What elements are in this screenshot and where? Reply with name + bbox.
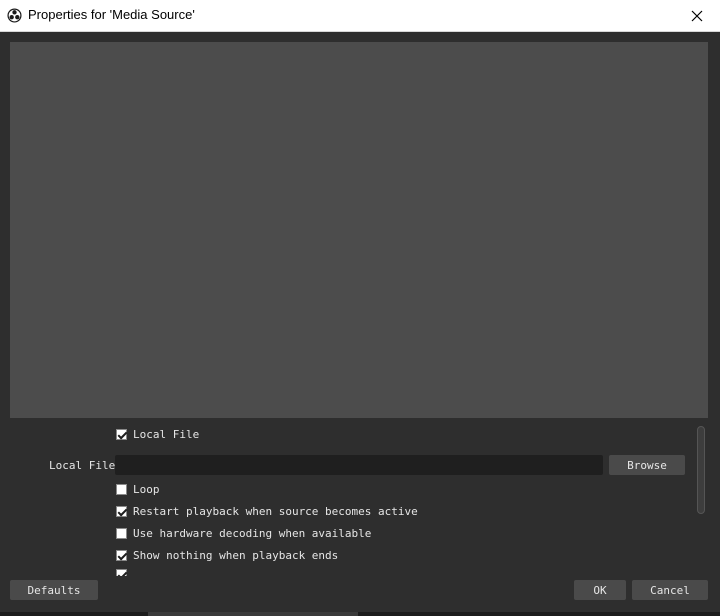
loop-checkbox[interactable] xyxy=(116,484,127,495)
local-file-checkbox-label: Local File xyxy=(133,428,200,441)
local-file-checkbox-row[interactable]: Local File xyxy=(116,428,199,441)
ok-button[interactable]: OK xyxy=(574,580,626,600)
restart-playback-checkbox[interactable] xyxy=(116,506,127,517)
properties-scrollbar[interactable] xyxy=(697,426,705,516)
show-nothing-label: Show nothing when playback ends xyxy=(133,549,339,562)
cut-off-row xyxy=(116,569,127,576)
bottom-edge xyxy=(0,612,720,616)
bottom-edge-segment xyxy=(148,612,358,616)
show-nothing-checkbox[interactable] xyxy=(116,550,127,561)
properties-panel: Local File Local File Browse Loop Restar… xyxy=(0,426,720,576)
browse-button[interactable]: Browse xyxy=(609,455,685,475)
dialog-body: Local File Local File Browse Loop Restar… xyxy=(0,32,720,616)
hardware-decoding-row[interactable]: Use hardware decoding when available xyxy=(116,527,371,540)
restart-playback-label: Restart playback when source becomes act… xyxy=(133,505,418,518)
loop-label: Loop xyxy=(133,483,160,496)
defaults-button[interactable]: Defaults xyxy=(10,580,98,600)
title-bar: Properties for 'Media Source' xyxy=(0,0,720,32)
cancel-button[interactable]: Cancel xyxy=(632,580,708,600)
close-button[interactable] xyxy=(674,0,720,31)
close-icon xyxy=(691,10,703,21)
loop-row[interactable]: Loop xyxy=(116,483,160,496)
hardware-decoding-checkbox[interactable] xyxy=(116,528,127,539)
local-file-path-input[interactable] xyxy=(115,455,603,475)
local-file-field-label: Local File xyxy=(49,459,116,472)
scrollbar-thumb[interactable] xyxy=(697,426,705,514)
show-nothing-row[interactable]: Show nothing when playback ends xyxy=(116,549,338,562)
restart-playback-row[interactable]: Restart playback when source becomes act… xyxy=(116,505,418,518)
window-title: Properties for 'Media Source' xyxy=(28,7,195,22)
obs-logo-icon xyxy=(7,8,22,23)
hardware-decoding-label: Use hardware decoding when available xyxy=(133,527,372,540)
media-preview xyxy=(10,42,708,418)
cut-off-checkbox[interactable] xyxy=(116,569,127,576)
local-file-checkbox[interactable] xyxy=(116,429,127,440)
